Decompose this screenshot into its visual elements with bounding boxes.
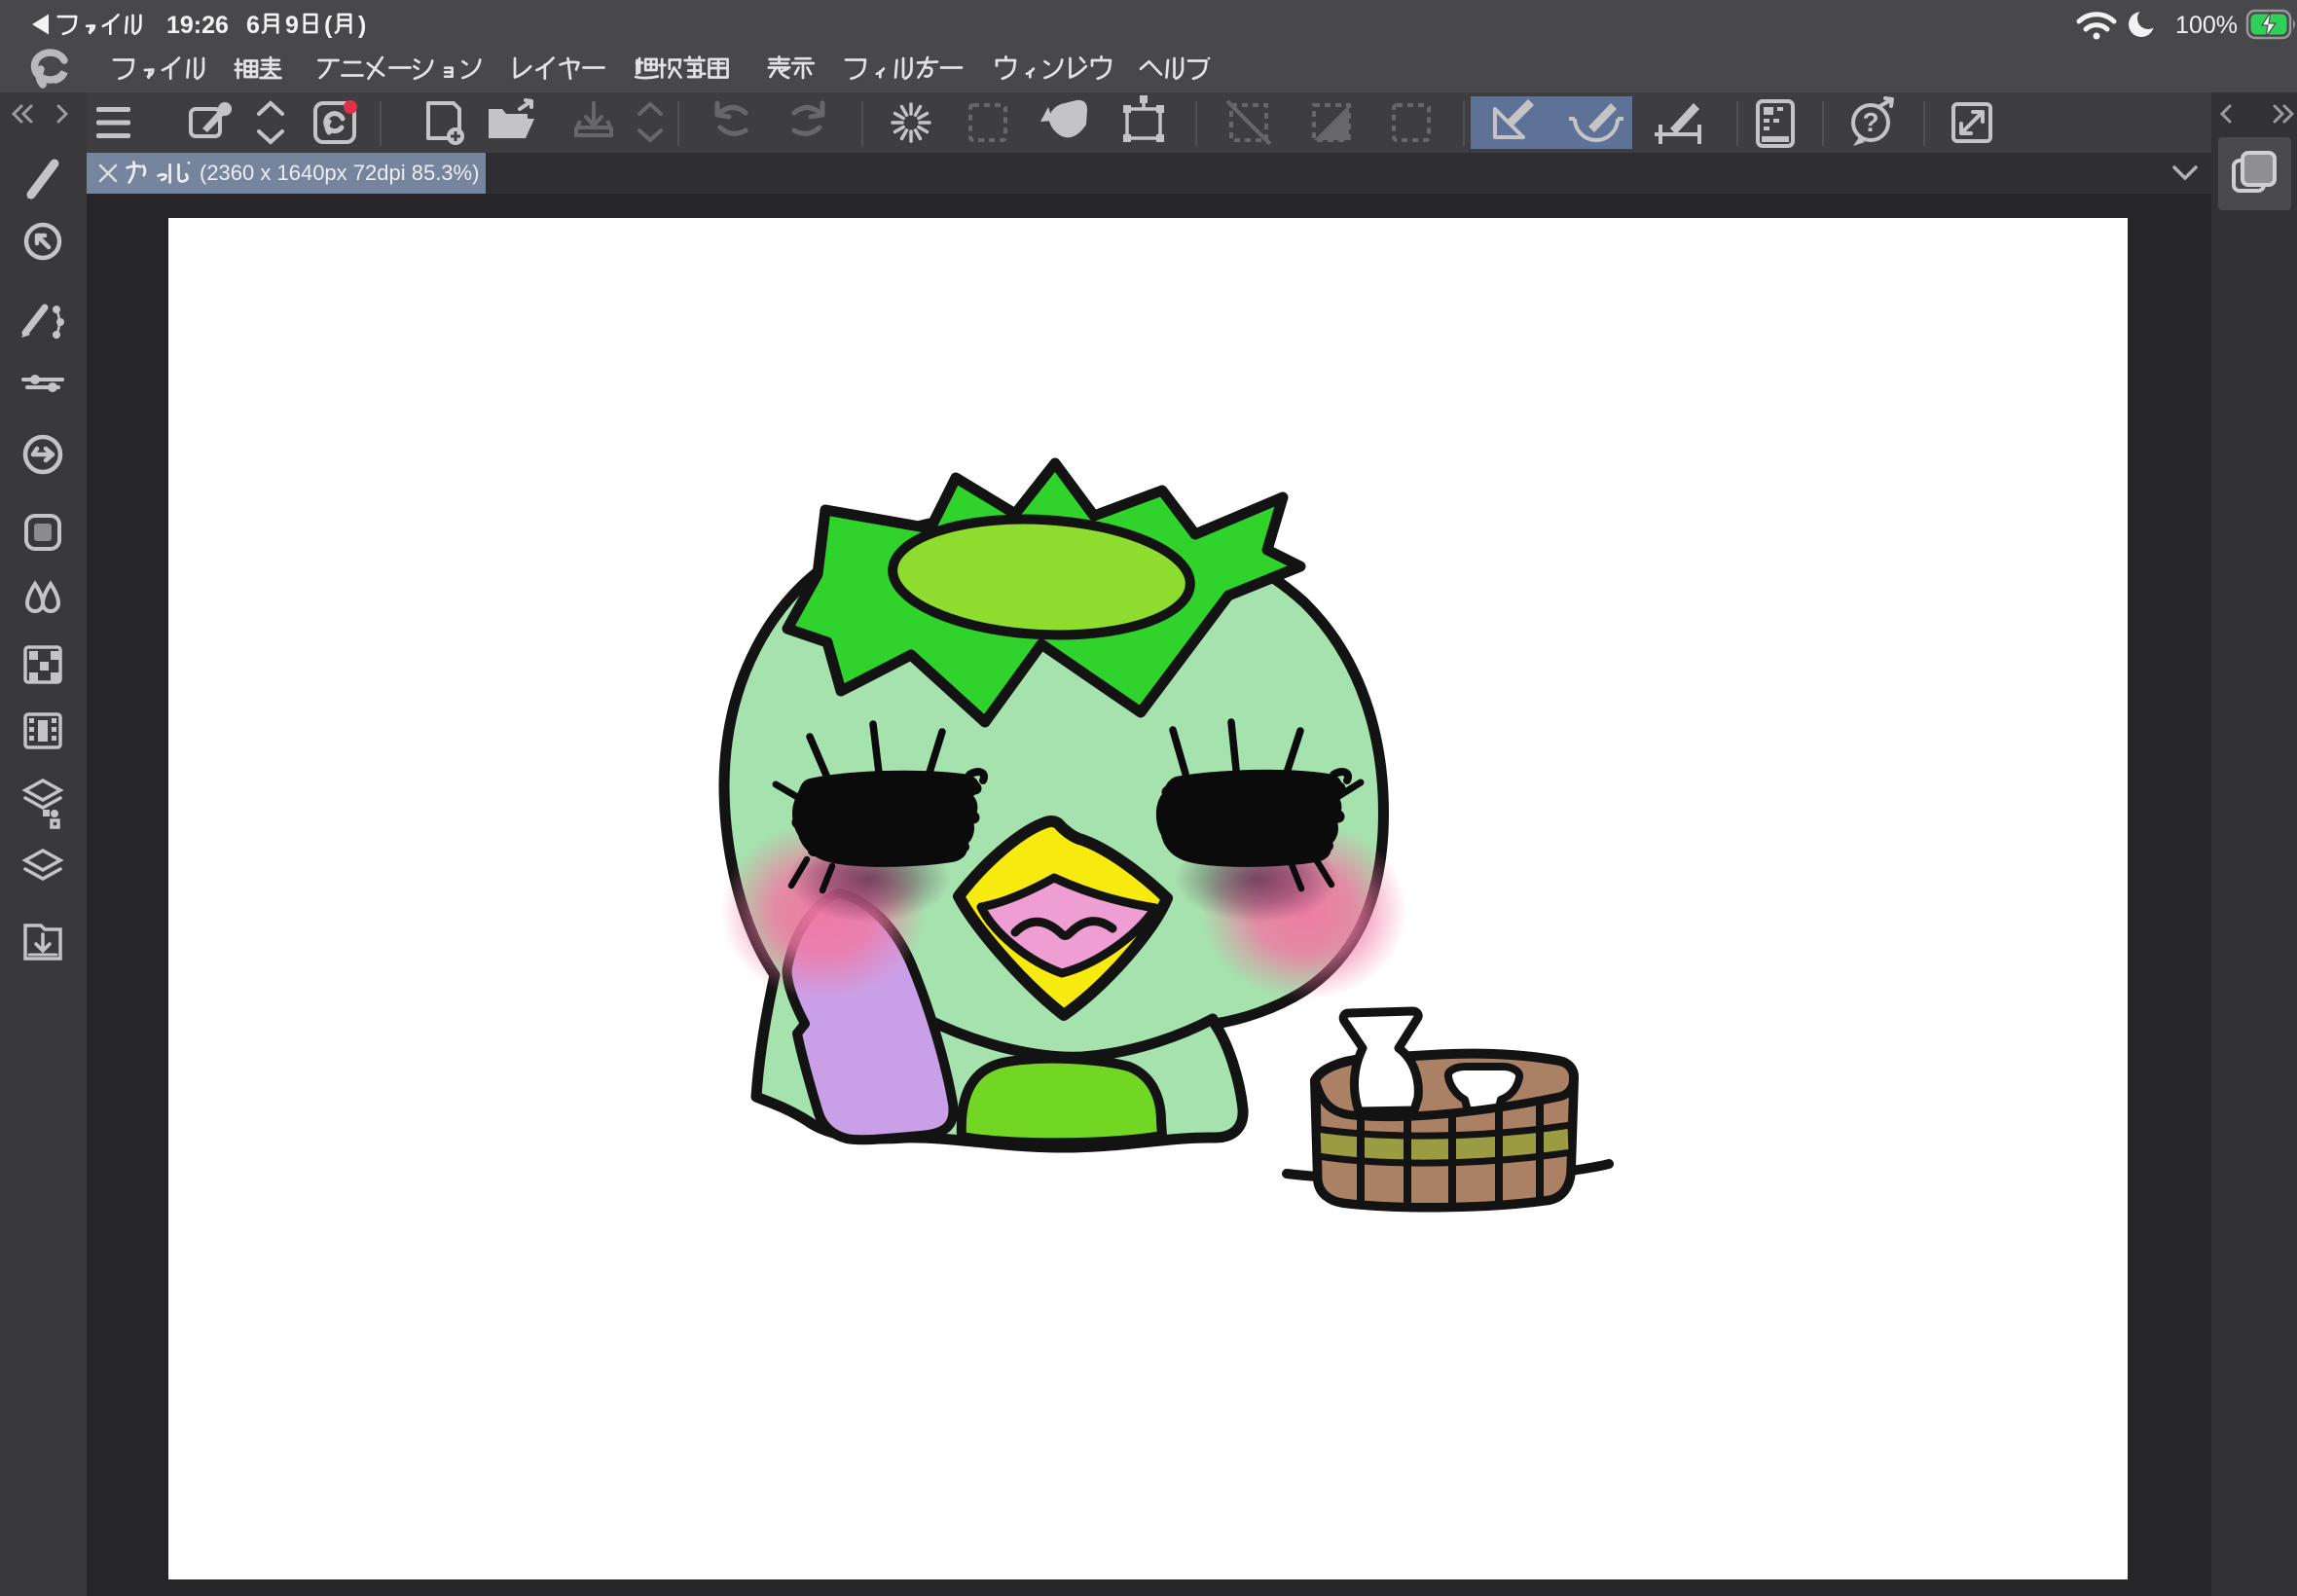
svg-text:6: 6 (246, 12, 260, 39)
svg-text:100%: 100% (2175, 12, 2238, 39)
svg-text:19:26: 19:26 (166, 12, 229, 39)
svg-text:(: ( (324, 12, 333, 39)
svg-text:?: ? (1862, 107, 1878, 137)
svg-text:9: 9 (285, 12, 299, 39)
svg-text:(2360 x 1640px 72dpi 85.3%): (2360 x 1640px 72dpi 85.3%) (200, 161, 479, 185)
svg-text:): ) (358, 12, 366, 39)
